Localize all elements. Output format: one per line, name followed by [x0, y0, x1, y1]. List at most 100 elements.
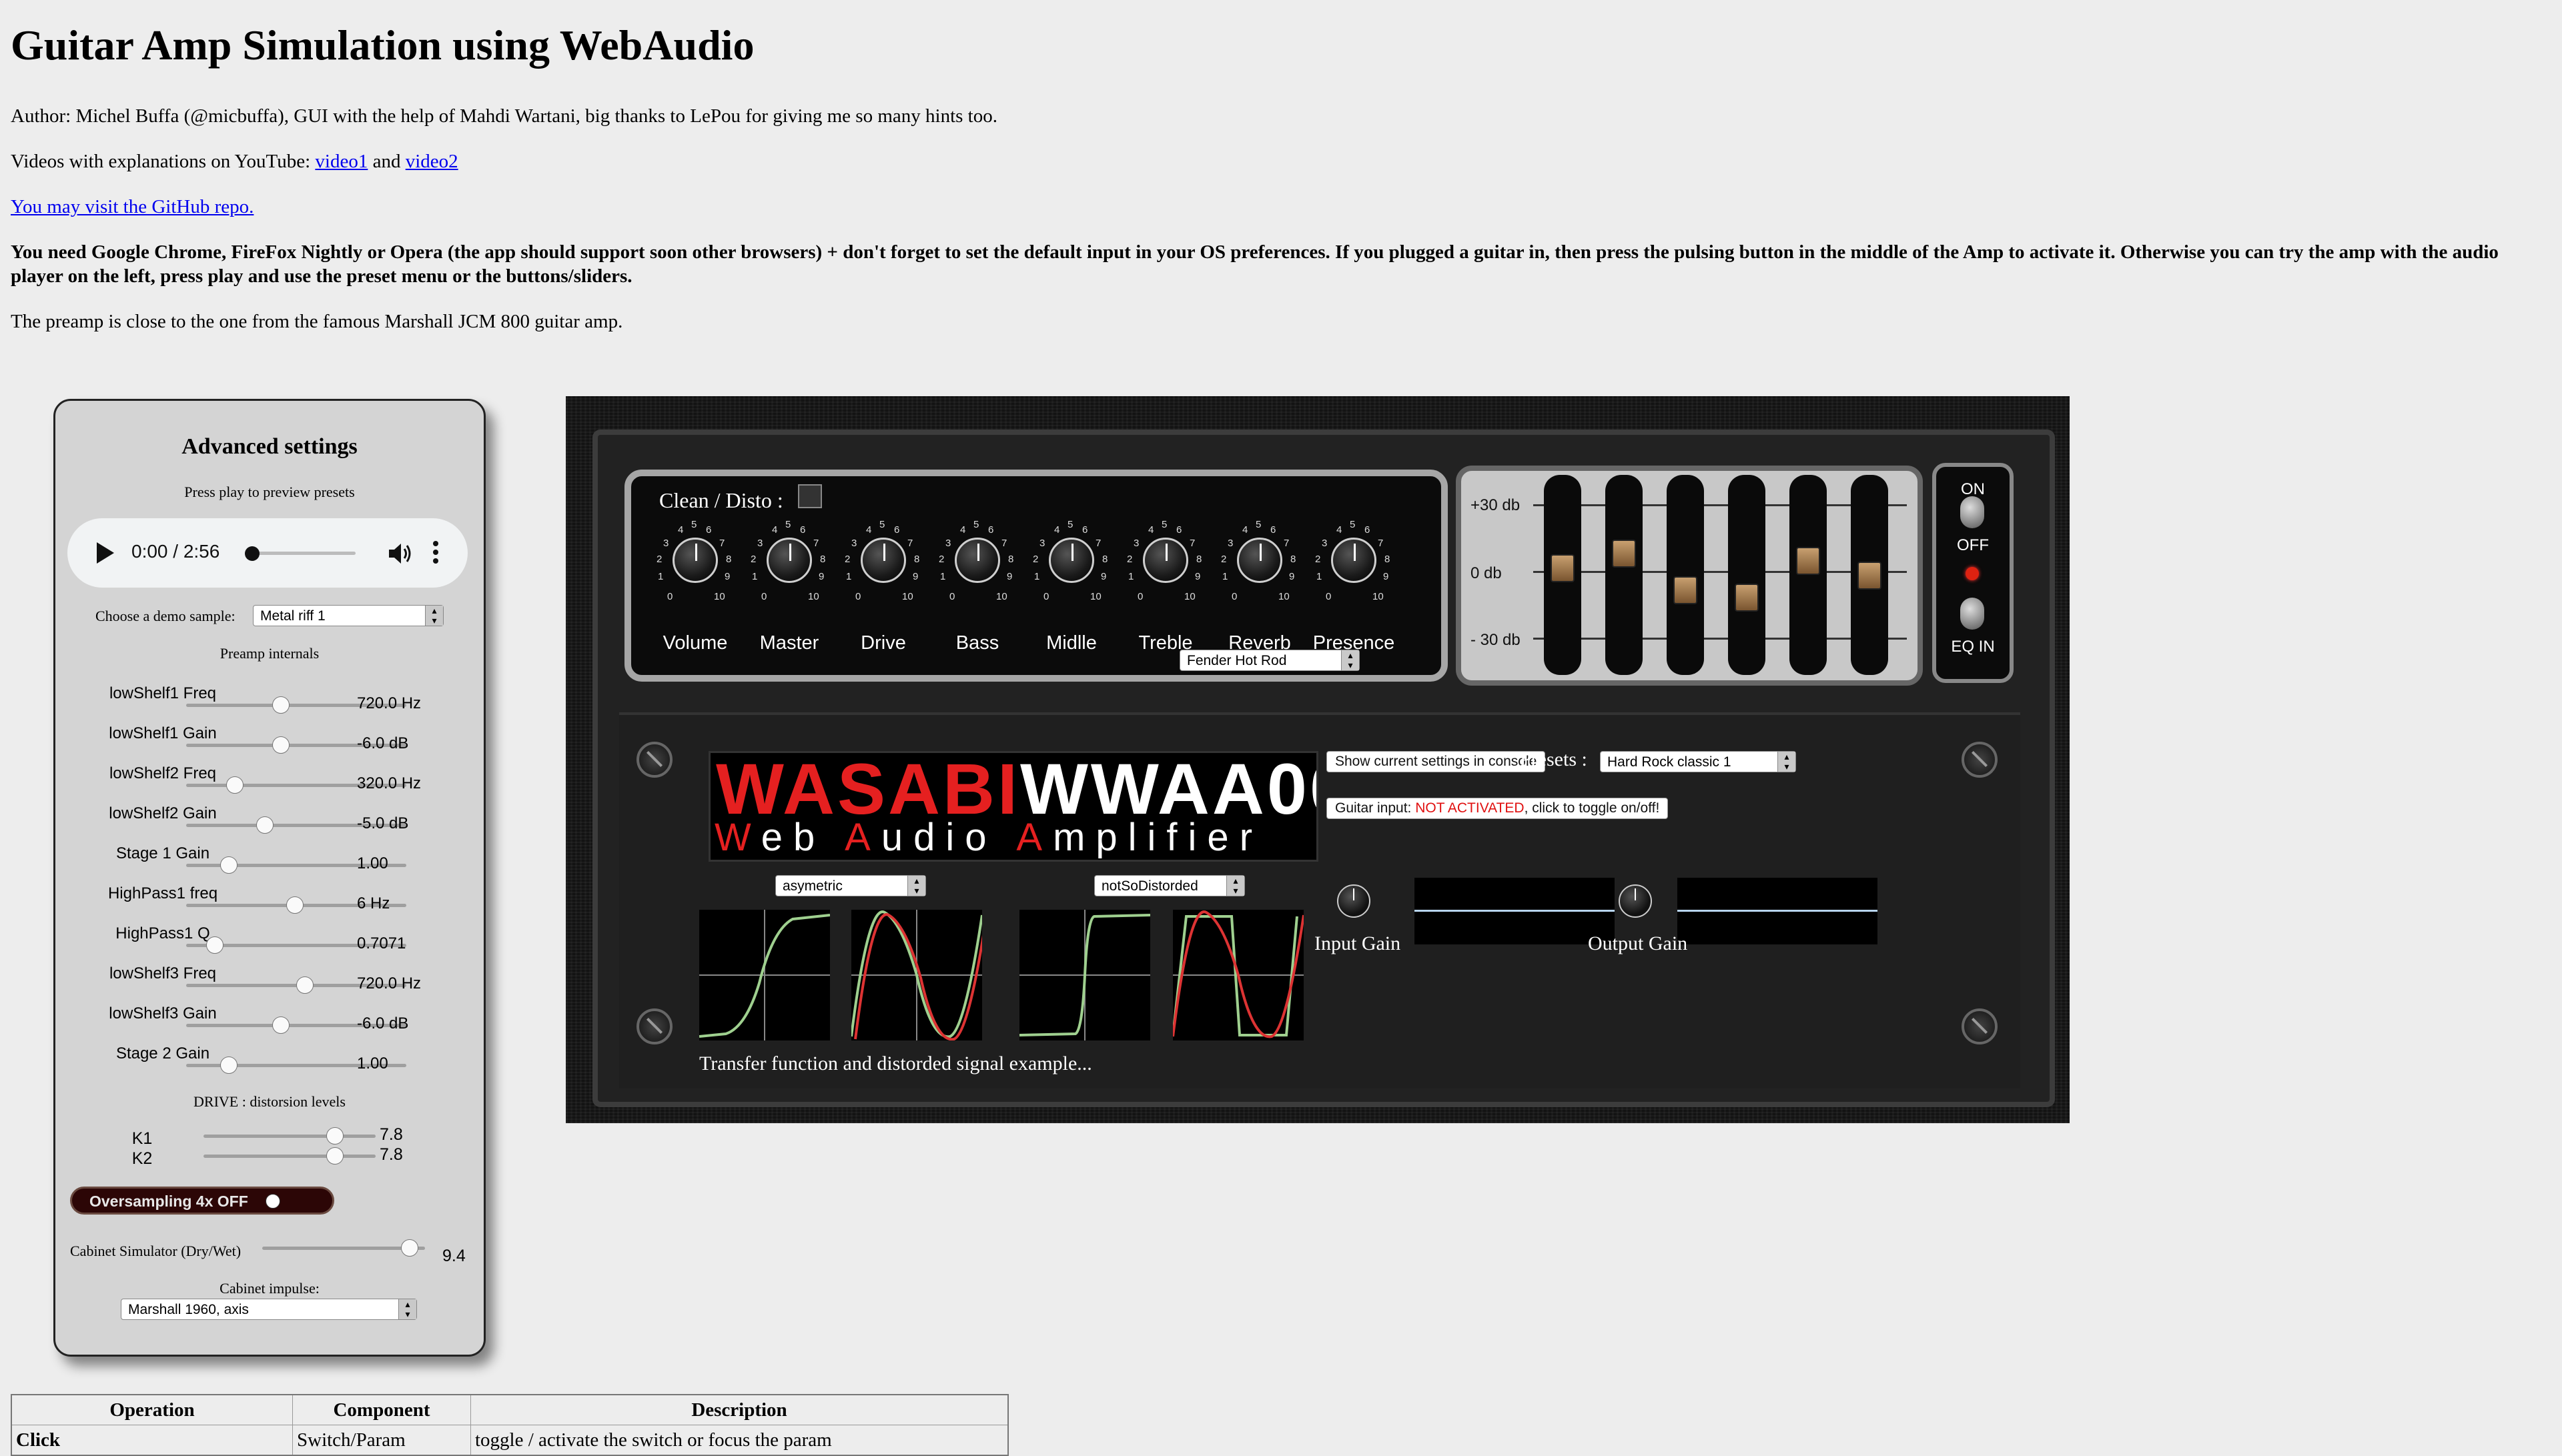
- eq-band-slider[interactable]: [1789, 475, 1827, 675]
- knob-dial[interactable]: [1143, 538, 1188, 583]
- preamp-slider-thumb[interactable]: [220, 856, 238, 874]
- preamp-slider-row: HighPass1 Q 0.7071: [55, 924, 482, 968]
- presets-select[interactable]: Hard Rock classic 1 ▴ ▾: [1600, 751, 1796, 772]
- eq-band-slider[interactable]: [1605, 475, 1643, 675]
- demo-sample-select[interactable]: Metal riff 1 ▴ ▾: [253, 605, 444, 626]
- knob-dial[interactable]: [1237, 538, 1282, 583]
- k1-track[interactable]: [203, 1127, 376, 1145]
- cabinet-thumb[interactable]: [401, 1239, 418, 1257]
- curve2-select[interactable]: notSoDistorded ▴ ▾: [1094, 875, 1245, 896]
- oversampling-toggle[interactable]: Oversampling 4x OFF: [70, 1187, 334, 1215]
- preamp-slider-label: lowShelf2 Freq: [109, 764, 217, 782]
- more-options-icon[interactable]: [432, 541, 440, 568]
- preamp-slider-row: lowShelf2 Gain -5.0 dB: [55, 804, 482, 848]
- input-gain-knob[interactable]: [1337, 884, 1370, 918]
- amp-knob[interactable]: 0 1 2 3 4 5 6 7 8 9 10: [1214, 516, 1305, 603]
- screw-icon: [636, 1008, 673, 1044]
- eq-band-slider[interactable]: [1544, 475, 1581, 675]
- eq-band-slider[interactable]: [1667, 475, 1704, 675]
- video1-link[interactable]: video1: [315, 151, 368, 172]
- player-time: 0:00 / 2:56: [131, 541, 220, 562]
- preamp-slider-value: 720.0 Hz: [357, 974, 422, 992]
- knob-dial[interactable]: [1049, 538, 1094, 583]
- power-switch[interactable]: [1960, 496, 1984, 528]
- preamp-slider-value: 1.00: [357, 854, 388, 872]
- amp-knob[interactable]: 0 1 2 3 4 5 6 7 8 9 10: [744, 516, 835, 603]
- volume-icon[interactable]: [388, 542, 414, 565]
- curve1-select[interactable]: asymetric ▴ ▾: [775, 875, 926, 896]
- knob-dial[interactable]: [861, 538, 906, 583]
- eq-band-handle[interactable]: [1735, 584, 1759, 612]
- seek-thumb[interactable]: [245, 546, 260, 561]
- demo-sample-value: Metal riff 1: [260, 608, 326, 624]
- input-gain-meter: [1414, 878, 1615, 944]
- preamp-slider-thumb[interactable]: [272, 696, 290, 714]
- reverb-select[interactable]: Fender Hot Rod ▴ ▾: [1180, 650, 1360, 671]
- clean-disto-switch[interactable]: [798, 484, 822, 508]
- guitar-input-toggle[interactable]: Guitar input: NOT ACTIVATED, click to to…: [1326, 798, 1669, 819]
- preamp-slider-thumb[interactable]: [296, 976, 314, 994]
- operations-table: Operation Component Description Click Sw…: [11, 1394, 1009, 1456]
- drive-label: DRIVE : distorsion levels: [193, 1093, 346, 1110]
- preamp-slider-row: lowShelf3 Gain -6.0 dB: [55, 1004, 482, 1048]
- preamp-slider-value: -5.0 dB: [357, 814, 409, 832]
- output-gain-label: Output Gain: [1588, 932, 1688, 954]
- eq-band-handle[interactable]: [1612, 540, 1636, 568]
- amp-knob[interactable]: 0 1 2 3 4 5 6 7 8 9 10: [932, 516, 1023, 603]
- eq-band-handle[interactable]: [1551, 554, 1575, 582]
- preamp-slider-thumb[interactable]: [220, 1056, 238, 1074]
- presets-label: Presets :: [1520, 748, 1587, 770]
- signal-plot-1: [851, 910, 982, 1040]
- preamp-slider-thumb[interactable]: [206, 936, 224, 954]
- guitar-input-status: NOT ACTIVATED: [1415, 800, 1525, 816]
- k1-thumb[interactable]: [326, 1127, 344, 1145]
- eq-band-handle[interactable]: [1673, 576, 1697, 604]
- preamp-note: The preamp is close to the one from the …: [11, 311, 623, 332]
- k2-value: 7.8: [380, 1145, 403, 1164]
- k2-track[interactable]: [203, 1147, 376, 1165]
- preamp-slider-label: lowShelf1 Gain: [109, 724, 217, 742]
- eq-in-label: EQ IN: [1951, 638, 1995, 656]
- advanced-settings-subtitle: Press play to preview presets: [184, 484, 355, 500]
- preamp-internals-label: Preamp internals: [220, 645, 320, 662]
- advanced-settings-panel: Advanced settings Press play to preview …: [53, 399, 486, 1357]
- power-led: [1966, 567, 1979, 580]
- preamp-slider-thumb[interactable]: [286, 896, 304, 914]
- transfer-curve-plot-2: [1019, 910, 1150, 1040]
- preamp-slider-thumb[interactable]: [272, 1016, 290, 1034]
- knob-dial[interactable]: [955, 538, 1000, 583]
- output-gain-meter: [1677, 878, 1877, 944]
- k2-slider-row: K2 7.8: [55, 1145, 482, 1189]
- show-settings-button[interactable]: Show current settings in console: [1326, 751, 1546, 772]
- video2-link[interactable]: video2: [406, 151, 458, 172]
- k2-thumb[interactable]: [326, 1147, 344, 1165]
- table-header: Description: [470, 1394, 1009, 1425]
- k1-label: K1: [131, 1129, 153, 1148]
- eq-band-slider[interactable]: [1851, 475, 1888, 675]
- eq-in-switch[interactable]: [1960, 598, 1984, 630]
- impulse-select[interactable]: Marshall 1960, axis ▴ ▾: [121, 1299, 417, 1320]
- preamp-slider-thumb[interactable]: [272, 736, 290, 754]
- preamp-slider-row: lowShelf3 Freq 720.0 Hz: [55, 964, 482, 1008]
- amp-knob[interactable]: 0 1 2 3 4 5 6 7 8 9 10: [650, 516, 741, 603]
- eq-band-handle[interactable]: [1857, 562, 1881, 590]
- preamp-slider-thumb[interactable]: [256, 816, 274, 834]
- preamp-slider-thumb[interactable]: [226, 776, 244, 794]
- amp-knob[interactable]: 0 1 2 3 4 5 6 7 8 9 10: [1026, 516, 1117, 603]
- videos-prefix: Videos with explanations on YouTube:: [11, 151, 316, 172]
- amp-knob[interactable]: 0 1 2 3 4 5 6 7 8 9 10: [838, 516, 929, 603]
- eq-band-handle[interactable]: [1796, 547, 1820, 575]
- play-icon[interactable]: [97, 542, 114, 564]
- amp-knob[interactable]: 0 1 2 3 4 5 6 7 8 9 10: [1120, 516, 1211, 603]
- preamp-slider-row: Stage 1 Gain 1.00: [55, 844, 482, 888]
- knob-dial[interactable]: [767, 538, 812, 583]
- output-gain-knob[interactable]: [1619, 884, 1652, 918]
- knob-dial[interactable]: [1331, 538, 1376, 583]
- amp-knob[interactable]: 0 1 2 3 4 5 6 7 8 9 10: [1308, 516, 1399, 603]
- eq-band-slider[interactable]: [1728, 475, 1765, 675]
- github-link[interactable]: You may visit the GitHub repo.: [11, 196, 254, 217]
- knob-dial[interactable]: [673, 538, 718, 583]
- transfer-caption: Transfer function and distorded signal e…: [699, 1052, 1092, 1074]
- cabinet-track[interactable]: [262, 1239, 425, 1257]
- player-seek-bar[interactable]: [245, 546, 356, 561]
